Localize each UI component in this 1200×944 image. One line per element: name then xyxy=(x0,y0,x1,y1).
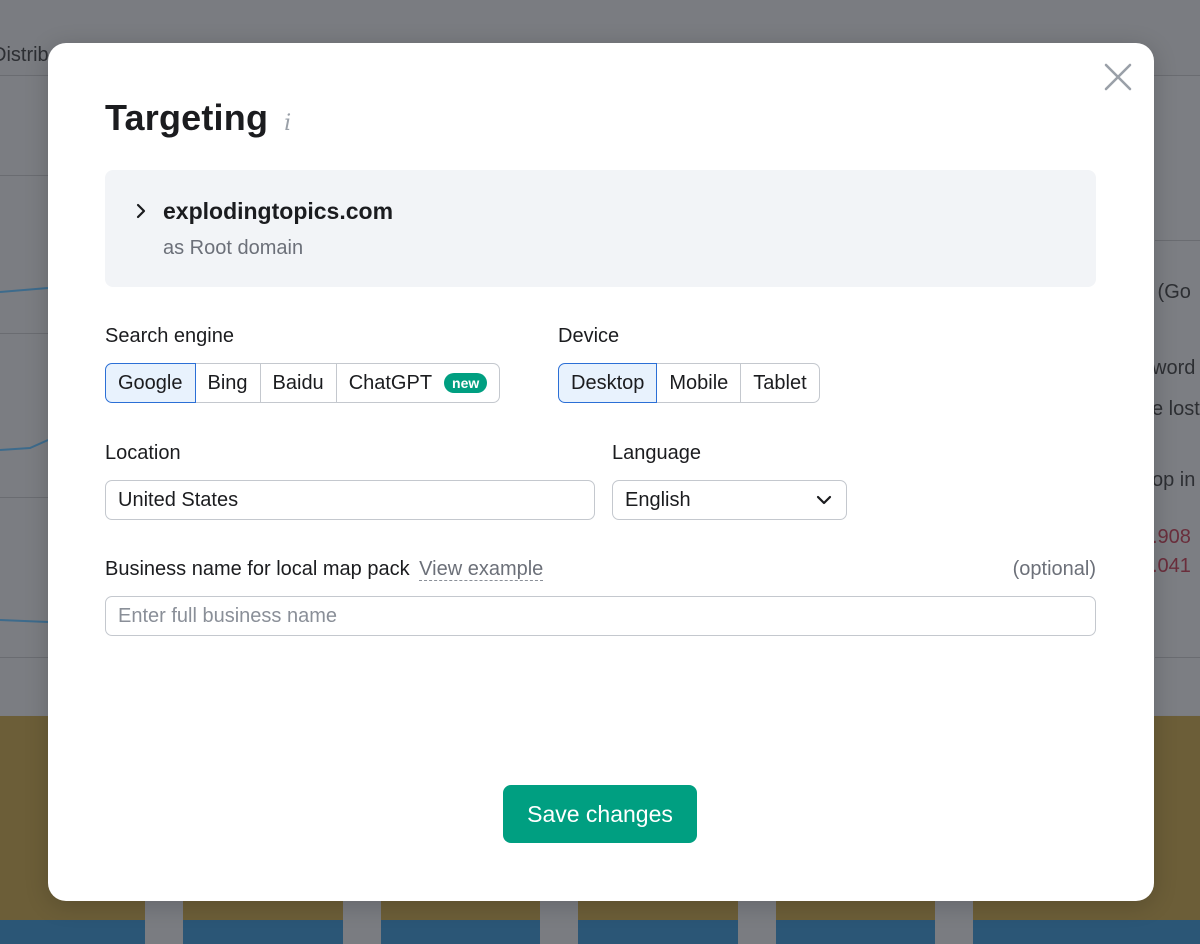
background-bar-gap xyxy=(738,896,776,944)
background-divider xyxy=(0,175,48,176)
search-engine-baidu[interactable]: Baidu xyxy=(260,363,337,403)
background-text: e lost xyxy=(1152,398,1200,420)
location-label: Location xyxy=(105,442,181,464)
view-example-link[interactable]: View example xyxy=(419,558,544,581)
background-bar-gap xyxy=(343,896,381,944)
optional-note: (optional) xyxy=(1012,558,1096,580)
language-label: Language xyxy=(612,442,701,464)
device-mobile[interactable]: Mobile xyxy=(657,363,742,403)
search-engine-google[interactable]: Google xyxy=(105,363,196,403)
background-value: .041 xyxy=(1152,555,1191,577)
background-text: Distrib xyxy=(0,44,49,66)
language-value: English xyxy=(625,488,691,511)
business-name-label: Business name for local map pack xyxy=(105,558,410,580)
device-selector: Desktop Mobile Tablet xyxy=(558,363,820,403)
save-changes-button[interactable]: Save changes xyxy=(503,785,697,843)
business-name-input[interactable]: Enter full business name xyxy=(105,596,1096,636)
background-bar-gap xyxy=(145,896,183,944)
background-divider xyxy=(1155,240,1200,241)
background-divider xyxy=(1155,657,1200,658)
search-engine-selector: Google Bing Baidu ChatGPT new xyxy=(105,363,501,403)
modal-title: Targeting xyxy=(105,97,269,138)
domain-name: explodingtopics.com xyxy=(163,198,394,224)
background-text: op in xyxy=(1152,469,1196,491)
device-label: Device xyxy=(558,325,620,347)
device-tablet[interactable]: Tablet xyxy=(741,363,820,403)
location-input[interactable]: United States xyxy=(105,480,595,520)
background-value: .908 xyxy=(1152,526,1191,548)
close-icon xyxy=(1104,63,1132,91)
close-button[interactable] xyxy=(1102,61,1134,93)
background-text: word xyxy=(1152,357,1196,379)
location-value: United States xyxy=(118,488,239,511)
background-right-panel xyxy=(1155,75,1200,715)
domain-panel[interactable]: explodingtopics.com as Root domain xyxy=(105,170,1096,287)
background-bar-gap xyxy=(935,896,973,944)
search-engine-chatgpt-label: ChatGPT xyxy=(348,371,433,394)
device-desktop[interactable]: Desktop xyxy=(558,363,658,403)
domain-scope: as Root domain xyxy=(163,237,304,259)
search-engine-bing[interactable]: Bing xyxy=(195,363,261,403)
background-divider xyxy=(0,657,48,658)
search-engine-chatgpt[interactable]: ChatGPT new xyxy=(336,363,501,403)
background-line-chart xyxy=(0,287,48,623)
business-name-label-row: Business name for local map pack View ex… xyxy=(105,558,544,581)
chevron-right-icon[interactable] xyxy=(133,203,149,219)
search-engine-label: Search engine xyxy=(105,325,234,347)
chevron-down-icon xyxy=(816,495,832,505)
targeting-modal: Targeting i explodingtopics.com as Root … xyxy=(48,43,1154,901)
info-icon[interactable]: i xyxy=(284,111,291,136)
business-name-placeholder: Enter full business name xyxy=(118,604,338,627)
background-bar-gap xyxy=(540,896,578,944)
modal-header: Targeting i xyxy=(105,97,291,139)
language-select[interactable]: English xyxy=(612,480,847,520)
new-badge: new xyxy=(444,373,488,393)
